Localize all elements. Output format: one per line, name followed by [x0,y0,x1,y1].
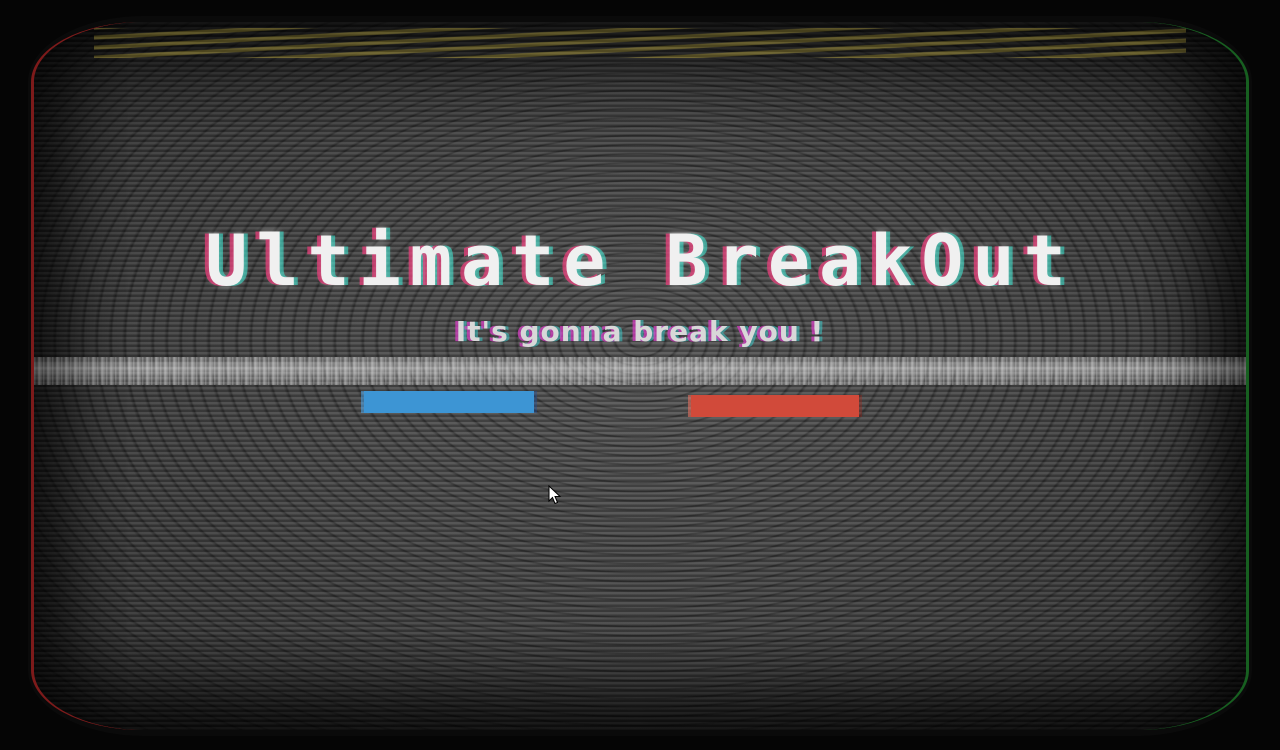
arrow-cursor-icon [548,485,562,505]
crt-screen: Ultimate BreakOut It's gonna break you ! [34,22,1246,730]
game-window: Ultimate BreakOut It's gonna break you ! [0,0,1280,750]
crt-vignette [34,22,1246,730]
